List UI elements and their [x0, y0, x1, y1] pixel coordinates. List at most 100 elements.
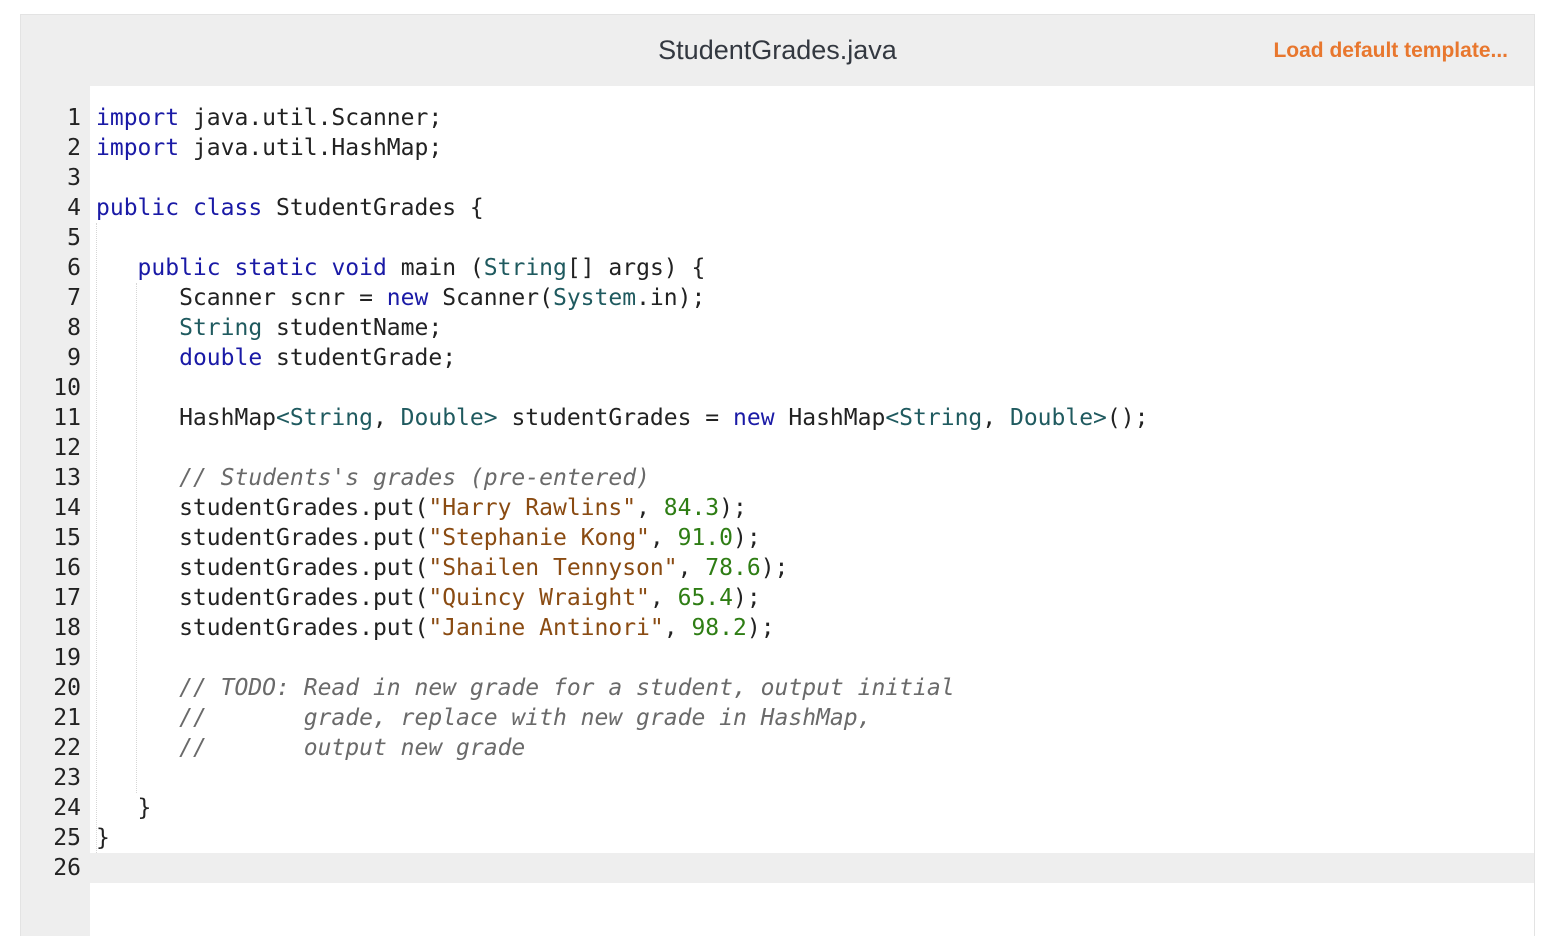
code-line: HashMap<String, Double> studentGrades = … — [96, 403, 1534, 433]
code-token: "Stephanie Kong" — [428, 525, 650, 551]
code-token: , — [649, 525, 678, 551]
code-token: .in); — [636, 285, 706, 311]
line-number: 4 — [67, 195, 81, 221]
code-token: import — [96, 135, 180, 161]
line-number: 5 — [67, 225, 81, 251]
code-token: String — [483, 255, 567, 281]
line-number: 10 — [53, 375, 81, 401]
load-default-template-button[interactable]: Load default template... — [1273, 15, 1508, 86]
code-line: String studentName; — [96, 313, 1534, 343]
code-token: <String — [885, 405, 983, 431]
code-line: } — [96, 823, 1534, 853]
code-token: "Quincy Wraight" — [428, 585, 650, 611]
code-line: studentGrades.put("Shailen Tennyson", 78… — [96, 553, 1534, 583]
code-token: , — [636, 495, 664, 521]
editor-body[interactable]: 1 2 3 4 5 6 7 8 9 10 11 12 13 14 15 16 17 18 19 20 21 22 23 24 2… — [21, 86, 1534, 936]
code-token: , — [372, 405, 401, 431]
code-token: studentGrades.put( — [96, 495, 429, 521]
line-number: 22 — [53, 735, 81, 761]
code-token: studentGrades.put( — [96, 615, 429, 641]
code-token: , — [982, 405, 1010, 431]
line-number: 14 — [53, 495, 81, 521]
line-number: 16 — [53, 555, 81, 581]
code-token: class — [192, 195, 263, 221]
line-numbers: 1 2 3 4 5 6 7 8 9 10 11 12 13 14 15 16 17 18 19 20 21 22 23 24 2… — [21, 103, 81, 883]
code-token: studentName; — [262, 315, 443, 341]
code-line: // grade, replace with new grade in Hash… — [96, 703, 1534, 733]
editor-header: StudentGrades.java Load default template… — [21, 15, 1534, 86]
line-number: 11 — [53, 405, 81, 431]
code-token: // Students's grades (pre-entered) — [179, 465, 650, 491]
code-token: java.util.HashMap; — [179, 135, 443, 161]
code-text-area[interactable]: import java.util.Scanner; import java.uti… — [96, 103, 1534, 883]
line-number: 23 — [53, 765, 81, 791]
code-token: studentGrade; — [262, 345, 457, 371]
code-token: void — [331, 255, 387, 281]
line-number: 15 — [53, 525, 81, 551]
line-number: 21 — [53, 705, 81, 731]
code-token: java.util.Scanner; — [179, 105, 443, 131]
code-token: double — [179, 345, 263, 371]
code-token: HashMap — [774, 405, 886, 431]
code-token: public — [96, 195, 180, 221]
code-token: 84.3 — [663, 495, 720, 521]
line-number: 7 — [67, 285, 81, 311]
code-line: // output new grade — [96, 733, 1534, 763]
code-token: , — [663, 615, 692, 641]
code-token: public — [137, 255, 221, 281]
code-line: studentGrades.put("Quincy Wraight", 65.4… — [96, 583, 1534, 613]
code-line: // TODO: Read in new grade for a student… — [96, 673, 1534, 703]
code-token: ); — [733, 585, 761, 611]
code-token: ); — [733, 525, 761, 551]
code-token: , — [677, 555, 706, 581]
code-token: new — [386, 285, 429, 311]
code-token: HashMap — [96, 405, 277, 431]
code-token: } — [96, 825, 110, 851]
code-token: // TODO: Read in new grade for a student… — [179, 675, 955, 701]
line-number: 12 — [53, 435, 81, 461]
line-number: 24 — [53, 795, 81, 821]
code-token: , — [649, 585, 678, 611]
code-token: ); — [719, 495, 747, 521]
line-number: 19 — [53, 645, 81, 671]
code-line: studentGrades.put("Janine Antinori", 98.… — [96, 613, 1534, 643]
line-number: 25 — [53, 825, 81, 851]
line-number-gutter: 1 2 3 4 5 6 7 8 9 10 11 12 13 14 15 16 17 18 19 20 21 22 23 24 2… — [21, 86, 90, 936]
code-token: "Shailen Tennyson" — [428, 555, 678, 581]
code-line: import java.util.HashMap; — [96, 133, 1534, 163]
code-token: studentGrades.put( — [96, 555, 429, 581]
code-token: 78.6 — [705, 555, 761, 581]
code-token: (); — [1106, 405, 1149, 431]
line-number: 13 — [53, 465, 81, 491]
code-token: Double> — [1009, 405, 1107, 431]
code-token: 98.2 — [691, 615, 747, 641]
code-token: static — [234, 255, 318, 281]
line-number: 8 — [67, 315, 81, 341]
code-token: ); — [760, 555, 789, 581]
line-number: 2 — [67, 135, 81, 161]
code-token: "Harry Rawlins" — [428, 495, 637, 521]
code-line: double studentGrade; — [96, 343, 1534, 373]
code-line: } — [96, 793, 1534, 823]
code-token: [] args) { — [566, 255, 706, 281]
code-token: System — [552, 285, 637, 311]
code-token: String — [179, 315, 263, 341]
code-token: ); — [746, 615, 775, 641]
line-number: 9 — [67, 345, 81, 371]
code-token: // grade, replace with new grade in Hash… — [179, 705, 872, 731]
code-token: <String — [276, 405, 373, 431]
line-number: 20 — [53, 675, 81, 701]
code-token: import — [96, 105, 180, 131]
code-line: Scanner scnr = new Scanner(System.in); — [96, 283, 1534, 313]
